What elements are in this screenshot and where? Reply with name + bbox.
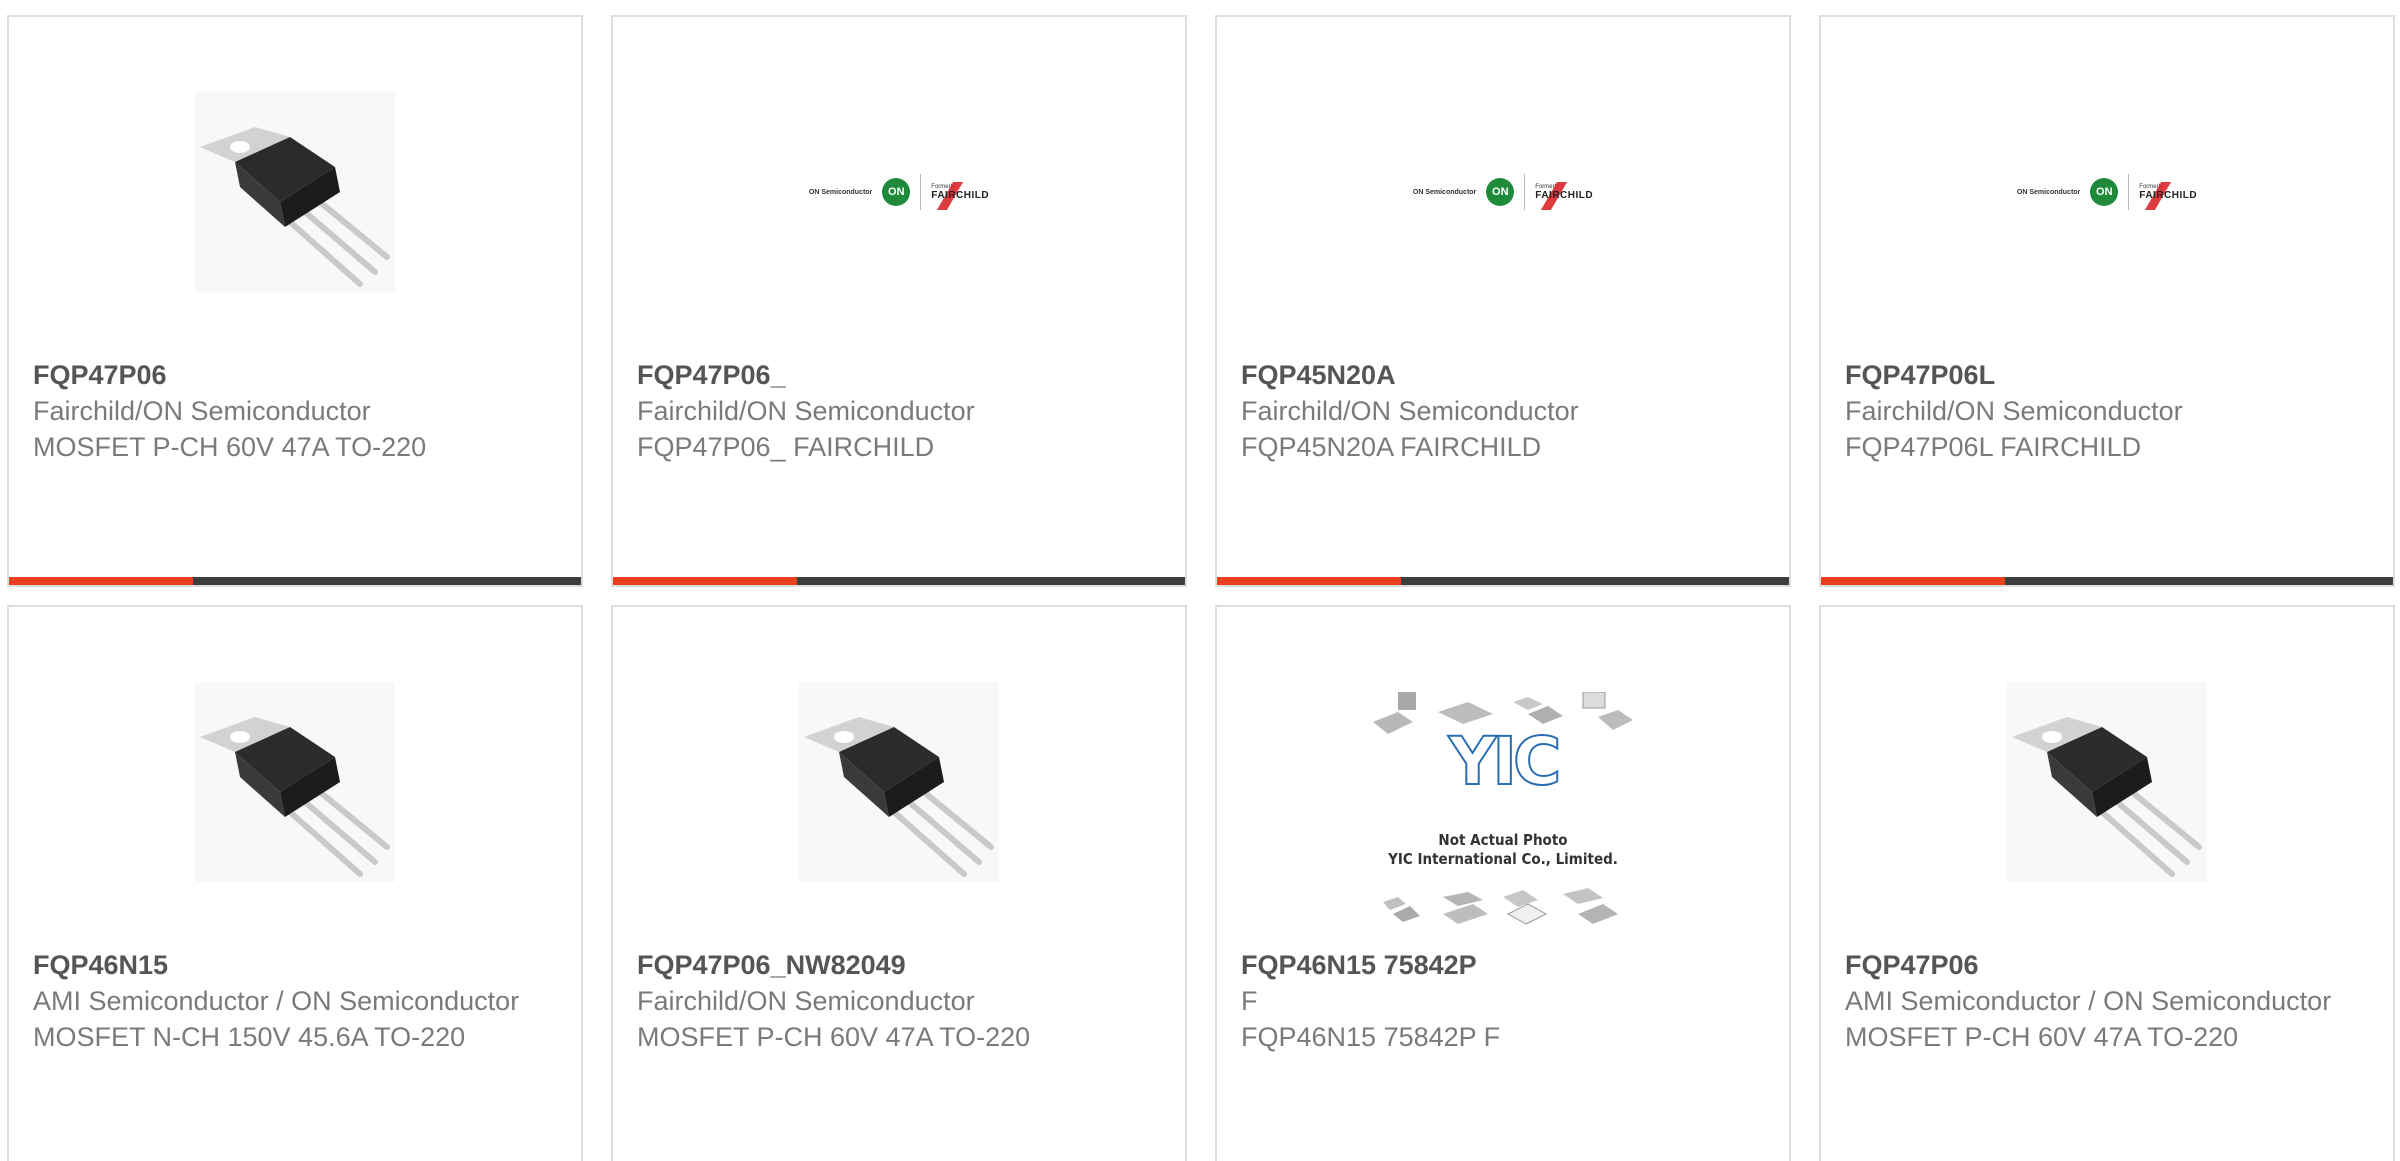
description: MOSFET P-CH 60V 47A TO-220 [33,432,427,462]
product-card[interactable]: FQP47P06 Fairchild/ON Semiconductor MOSF… [7,15,583,587]
description: FQP47P06_ FAIRCHILD [637,432,935,462]
to220-transistor-icon [2007,682,2207,882]
product-info: FQP47P06_NW82049 Fairchild/ON Semiconduc… [637,947,1125,1055]
description: MOSFET P-CH 60V 47A TO-220 [1845,1022,2239,1052]
manufacturer: AMI Semiconductor / ON Semiconductor [33,986,520,1016]
card-footer-accent [9,577,193,585]
fairchild-lockup: Formerly FAIRCHILD [2139,181,2197,210]
on-fairchild-logo: ON Semiconductor ON Formerly FAIRCHILD [1413,174,1593,210]
product-image[interactable] [9,667,581,897]
on-semiconductor-text: ON Semiconductor [2016,188,2081,196]
part-number-link[interactable]: FQP47P06_NW82049 [637,947,1125,983]
yic-caption: Not Actual Photo YIC International Co., … [1217,831,1789,869]
on-semiconductor-text: ON Semiconductor [808,188,873,196]
description: FQP46N15 75842P F [1241,1022,1501,1052]
logo-divider [920,174,922,210]
part-number-link[interactable]: FQP47P06 [1845,947,2333,983]
manufacturer: Fairchild/ON Semiconductor [637,396,975,426]
on-logo-icon: ON [2090,178,2119,206]
to220-transistor-icon [799,682,999,882]
part-number-link[interactable]: FQP45N20A [1241,357,1729,393]
product-info: FQP47P06_ Fairchild/ON Semiconductor FQP… [637,357,1125,465]
yic-placeholder-icon: YIC [1373,692,1633,925]
product-card[interactable]: YIC Not Actual Photo YIC International C… [1215,605,1791,1161]
logo-divider [2128,174,2130,210]
part-number-link[interactable]: FQP47P06L [1845,357,2333,393]
product-card[interactable]: FQP47P06_NW82049 Fairchild/ON Semiconduc… [611,605,1187,1161]
product-card[interactable]: ON Semiconductor ON Formerly FAIRCHILD F… [1819,15,2395,587]
description: MOSFET N-CH 150V 45.6A TO-220 [33,1022,466,1052]
to220-transistor-icon [195,92,395,292]
card-footer-accent [1821,577,2005,585]
product-image[interactable] [1821,667,2393,897]
product-image[interactable] [9,77,581,307]
product-grid: FQP47P06 Fairchild/ON Semiconductor MOSF… [0,0,2400,1161]
part-number-link[interactable]: FQP47P06 [33,357,521,393]
manufacturer: Fairchild/ON Semiconductor [33,396,371,426]
product-info: FQP47P06L Fairchild/ON Semiconductor FQP… [1845,357,2333,465]
product-info: FQP46N15 AMI Semiconductor / ON Semicond… [33,947,521,1055]
description: FQP47P06L FAIRCHILD [1845,432,2142,462]
to220-transistor-icon [195,682,395,882]
part-number-link[interactable]: FQP46N15 [33,947,521,983]
fairchild-logo-text: FAIRCHILD [931,181,989,210]
product-card[interactable]: ON Semiconductor ON Formerly FAIRCHILD F… [611,15,1187,587]
manufacturer: F [1241,986,1258,1016]
manufacturer: Fairchild/ON Semiconductor [637,986,975,1016]
manufacturer: AMI Semiconductor / ON Semiconductor [1845,986,2332,1016]
product-image[interactable] [613,667,1185,897]
product-image[interactable]: YIC [1217,687,1789,947]
manufacturer: Fairchild/ON Semiconductor [1845,396,2183,426]
on-fairchild-logo: ON Semiconductor ON Formerly FAIRCHILD [809,174,989,210]
card-footer-accent [613,577,797,585]
product-card[interactable]: FQP46N15 AMI Semiconductor / ON Semicond… [7,605,583,1161]
fairchild-lockup: Formerly FAIRCHILD [1535,181,1593,210]
fairchild-logo-text: FAIRCHILD [1535,181,1593,210]
product-card[interactable]: FQP47P06 AMI Semiconductor / ON Semicond… [1819,605,2395,1161]
yic-mark-text: YIC [1448,723,1558,800]
description: MOSFET P-CH 60V 47A TO-220 [637,1022,1031,1052]
not-actual-photo-text: Not Actual Photo [1438,831,1568,849]
product-info: FQP46N15 75842P F FQP46N15 75842P F [1241,947,1729,1055]
on-logo-icon: ON [882,178,911,206]
fairchild-logo-text: FAIRCHILD [2139,181,2197,210]
product-image[interactable]: ON Semiconductor ON Formerly FAIRCHILD [1217,77,1789,307]
on-logo-icon: ON [1486,178,1515,206]
yic-company-text: YIC International Co., Limited. [1388,850,1618,868]
on-semiconductor-text: ON Semiconductor [1412,188,1477,196]
product-image[interactable]: ON Semiconductor ON Formerly FAIRCHILD [1821,77,2393,307]
logo-divider [1524,174,1526,210]
card-footer-accent [1217,577,1401,585]
product-info: FQP47P06 AMI Semiconductor / ON Semicond… [1845,947,2333,1055]
product-card[interactable]: ON Semiconductor ON Formerly FAIRCHILD F… [1215,15,1791,587]
part-number-link[interactable]: FQP46N15 75842P [1241,947,1729,983]
part-number-link[interactable]: FQP47P06_ [637,357,1125,393]
fairchild-lockup: Formerly FAIRCHILD [931,181,989,210]
product-info: FQP47P06 Fairchild/ON Semiconductor MOSF… [33,357,521,465]
manufacturer: Fairchild/ON Semiconductor [1241,396,1579,426]
product-image[interactable]: ON Semiconductor ON Formerly FAIRCHILD [613,77,1185,307]
on-fairchild-logo: ON Semiconductor ON Formerly FAIRCHILD [2017,174,2197,210]
description: FQP45N20A FAIRCHILD [1241,432,1542,462]
product-info: FQP45N20A Fairchild/ON Semiconductor FQP… [1241,357,1729,465]
